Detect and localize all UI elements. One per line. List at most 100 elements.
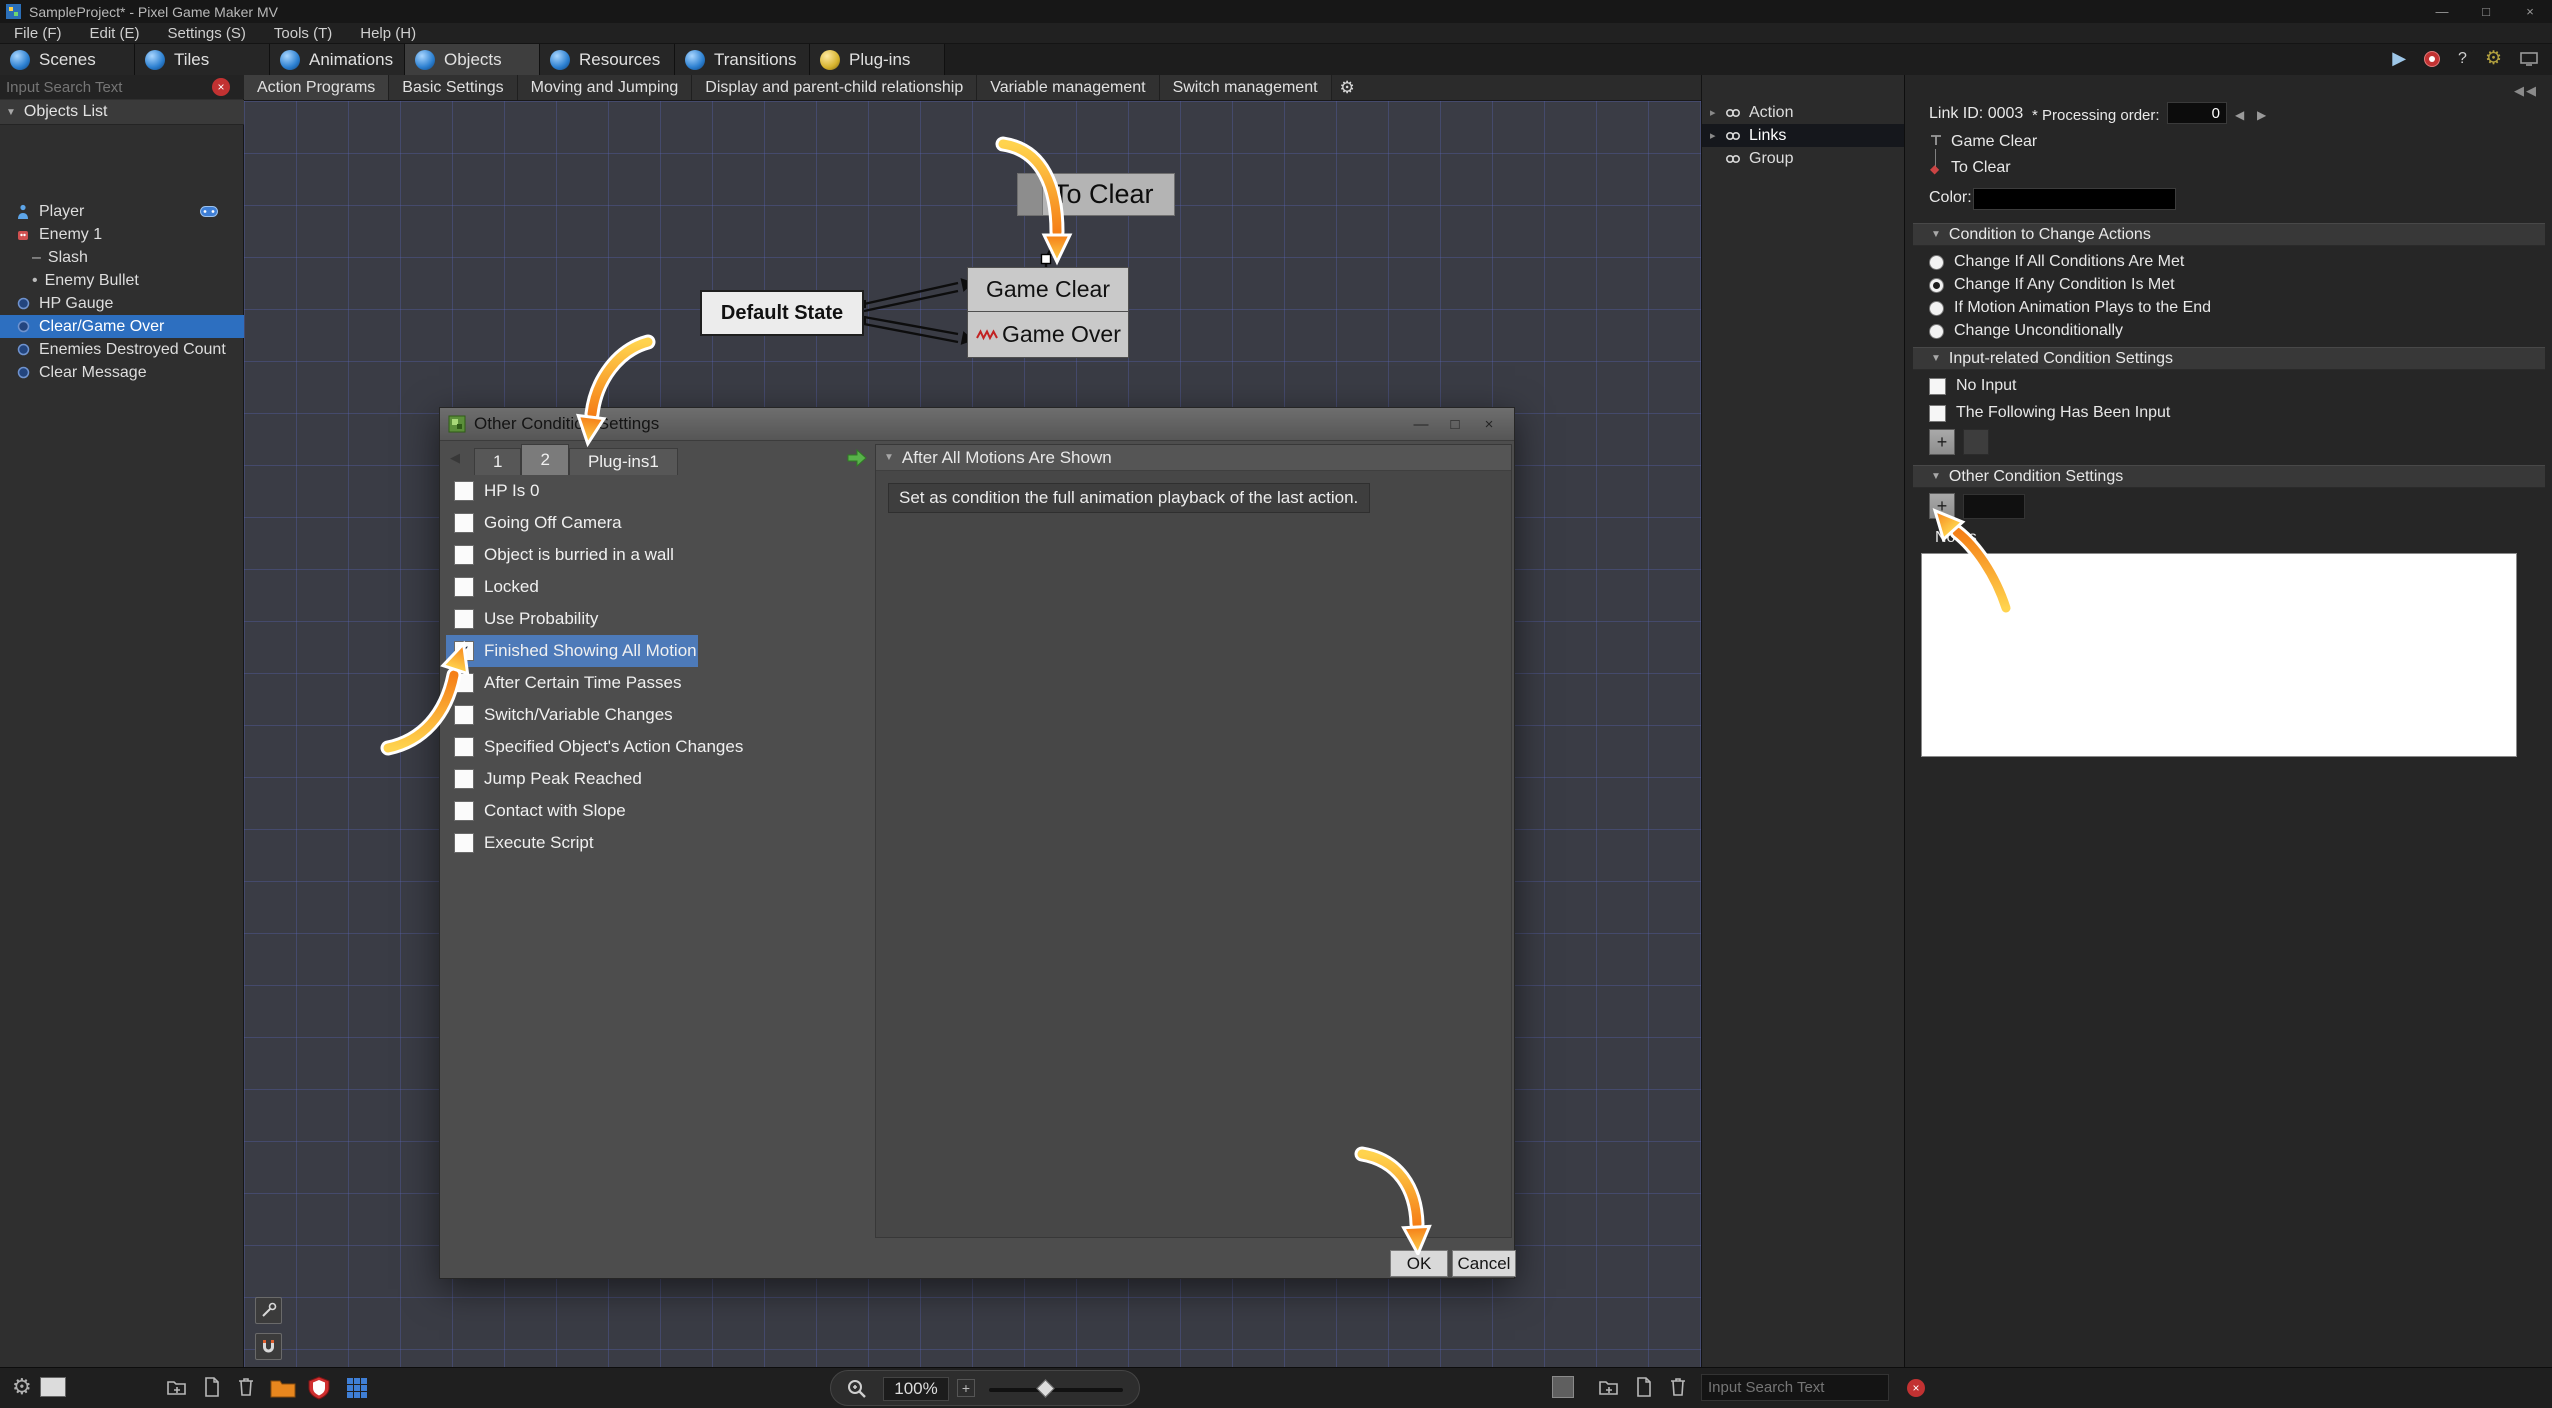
zoom-value[interactable]: 100%: [883, 1377, 949, 1401]
radio-all-conditions[interactable]: Change If All Conditions Are Met: [1929, 251, 2184, 273]
checkbox[interactable]: ✓: [454, 769, 474, 789]
node-game-over[interactable]: Game Over: [967, 312, 1129, 358]
swatch-icon[interactable]: [1552, 1376, 1574, 1398]
node-to-clear[interactable]: To Clear: [1017, 173, 1175, 216]
sidebar-search-input[interactable]: [6, 78, 212, 96]
checkbox[interactable]: ✓: [454, 641, 474, 661]
shield-badge-icon[interactable]: [308, 1376, 330, 1400]
help-icon[interactable]: ?: [2458, 50, 2467, 68]
condition-execute-script[interactable]: ✓Execute Script: [446, 827, 870, 859]
sidebar-item-clear-game-over[interactable]: Clear/Game Over: [0, 315, 244, 338]
toolbar-basic-settings[interactable]: Basic Settings: [389, 75, 518, 100]
tab-tiles[interactable]: Tiles: [135, 44, 270, 75]
preview-swatch[interactable]: [40, 1377, 66, 1397]
clear-search-icon[interactable]: ×: [212, 78, 230, 96]
toolbar-action-programs[interactable]: Action Programs: [244, 75, 390, 100]
processing-order-input[interactable]: [2167, 102, 2227, 124]
node-game-clear[interactable]: Game Clear: [967, 267, 1129, 312]
objects-list-header[interactable]: ▼ Objects List: [0, 100, 244, 125]
add-folder-icon[interactable]: [166, 1376, 188, 1398]
minimize-button[interactable]: —: [2420, 0, 2464, 23]
checkbox-icon[interactable]: [1929, 404, 1946, 422]
radio-icon[interactable]: [1929, 323, 1944, 339]
radio-icon[interactable]: [1929, 277, 1944, 293]
toolbar-gear-icon[interactable]: ⚙: [1340, 75, 1355, 100]
radio-motion-plays-to-end[interactable]: If Motion Animation Plays to the End: [1929, 297, 2211, 319]
sidebar-item-hp-gauge[interactable]: HP Gauge: [0, 292, 244, 315]
tile-grid-icon[interactable]: [346, 1377, 368, 1399]
add-other-condition-button[interactable]: +: [1929, 493, 1955, 519]
magnet-tool-button[interactable]: [255, 1333, 282, 1360]
menu-file[interactable]: File (F): [0, 25, 76, 42]
condition-buried-in-wall[interactable]: ✓Object is burried in a wall: [446, 539, 870, 571]
condition-after-certain-time[interactable]: ✓After Certain Time Passes: [446, 667, 870, 699]
sidebar-item-enemy-bullet[interactable]: • Enemy Bullet: [0, 269, 244, 292]
dialog-maximize-button[interactable]: □: [1438, 411, 1472, 437]
tab-resources[interactable]: Resources: [540, 44, 675, 75]
ok-button[interactable]: OK: [1390, 1250, 1448, 1277]
condition-switch-variable-changes[interactable]: ✓Switch/Variable Changes: [446, 699, 870, 731]
dialog-title-bar[interactable]: Other Condition Settings — □ ×: [440, 408, 1514, 441]
project-folder-icon[interactable]: [270, 1377, 296, 1399]
picker-tool-button[interactable]: [255, 1297, 282, 1324]
toolbar-variable-management[interactable]: Variable management: [977, 75, 1160, 100]
condition-contact-with-slope[interactable]: ✓Contact with Slope: [446, 795, 870, 827]
cancel-button[interactable]: Cancel: [1452, 1250, 1516, 1277]
condition-finished-showing-all-motion[interactable]: ✓ Finished Showing All Motion: [446, 635, 698, 667]
expander-icon[interactable]: ▸: [1710, 129, 1720, 142]
maximize-button[interactable]: □: [2464, 0, 2508, 23]
checkbox[interactable]: ✓: [454, 513, 474, 533]
tab-transitions[interactable]: Transitions: [675, 44, 810, 75]
checkbox[interactable]: ✓: [454, 737, 474, 757]
condition-specified-object-action[interactable]: ✓Specified Object's Action Changes: [446, 731, 870, 763]
checkbox[interactable]: ✓: [454, 577, 474, 597]
close-button[interactable]: ×: [2508, 0, 2552, 23]
tab-scenes[interactable]: Scenes: [0, 44, 135, 75]
checkbox[interactable]: ✓: [454, 833, 474, 853]
tree-item-group[interactable]: Group: [1702, 147, 1905, 170]
section-condition-to-change[interactable]: ▼ Condition to Change Actions: [1913, 223, 2545, 246]
menu-tools[interactable]: Tools (T): [260, 25, 346, 42]
condition-jump-peak-reached[interactable]: ✓Jump Peak Reached: [446, 763, 870, 795]
settings-gear-icon[interactable]: ⚙: [2485, 47, 2502, 70]
dialog-close-button[interactable]: ×: [1472, 411, 1506, 437]
clear-search-icon[interactable]: ×: [1907, 1378, 1925, 1397]
condition-locked[interactable]: ✓Locked: [446, 571, 870, 603]
sidebar-item-enemies-destroyed[interactable]: Enemies Destroyed Count: [0, 338, 244, 361]
radio-icon[interactable]: [1929, 300, 1944, 316]
condition-hp-is-0[interactable]: ✓HP Is 0: [446, 475, 870, 507]
dialog-minimize-button[interactable]: —: [1404, 411, 1438, 437]
radio-change-unconditionally[interactable]: Change Unconditionally: [1929, 320, 2123, 342]
toolbar-switch-management[interactable]: Switch management: [1159, 75, 1332, 100]
menu-settings[interactable]: Settings (S): [154, 25, 260, 42]
tree-item-action[interactable]: ▸ Action: [1702, 101, 1905, 124]
add-file-icon[interactable]: [202, 1376, 222, 1398]
zoom-magnifier-icon[interactable]: [845, 1377, 869, 1401]
checkbox[interactable]: ✓: [454, 705, 474, 725]
dialog-tab-2[interactable]: 2: [521, 444, 569, 475]
checkbox[interactable]: ✓: [454, 609, 474, 629]
notes-textarea[interactable]: [1921, 553, 2517, 757]
sidebar-item-player[interactable]: Player: [0, 200, 244, 223]
checkbox[interactable]: ✓: [454, 801, 474, 821]
checkbox[interactable]: ✓: [454, 545, 474, 565]
debug-record-icon[interactable]: [2424, 50, 2441, 67]
tab-objects[interactable]: Objects: [405, 44, 540, 75]
detail-header[interactable]: ▼ After All Motions Are Shown: [876, 445, 1511, 471]
sidebar-item-slash[interactable]: ‒ Slash: [0, 246, 244, 269]
zoom-increment-icon[interactable]: +: [957, 1379, 975, 1397]
condition-use-probability[interactable]: ✓Use Probability: [446, 603, 870, 635]
zoom-slider-thumb[interactable]: [1036, 1379, 1055, 1398]
checkbox[interactable]: ✓: [454, 673, 474, 693]
delete-icon[interactable]: [1668, 1376, 1688, 1398]
tab-animations[interactable]: Animations: [270, 44, 405, 75]
add-folder-icon[interactable]: [1598, 1376, 1620, 1398]
menu-edit[interactable]: Edit (E): [76, 25, 154, 42]
node-default-state[interactable]: Default State: [700, 290, 864, 336]
tree-item-links[interactable]: ▸ Links: [1702, 124, 1905, 147]
dialog-tab-1[interactable]: 1: [474, 448, 522, 475]
add-file-icon[interactable]: [1634, 1376, 1654, 1398]
toolbar-display-parent-child[interactable]: Display and parent-child relationship: [692, 75, 978, 100]
color-swatch[interactable]: [1973, 188, 2176, 210]
delete-icon[interactable]: [236, 1376, 256, 1398]
